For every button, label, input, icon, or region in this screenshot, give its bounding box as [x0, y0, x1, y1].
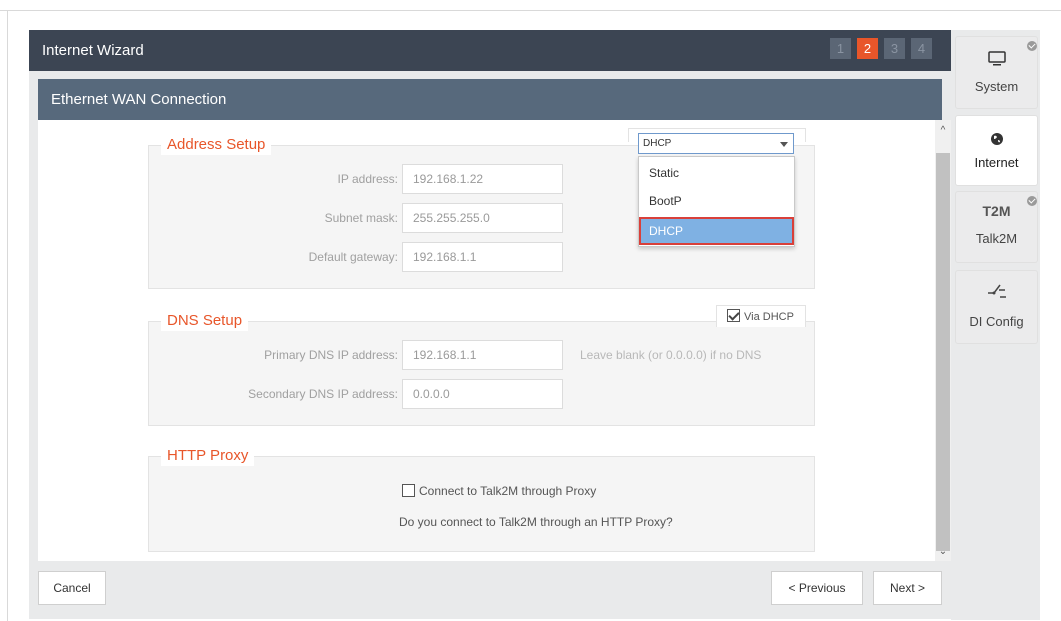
tab-talk2m-label: Talk2M	[975, 231, 1018, 246]
wizard-steps: 1 2 3 4	[830, 38, 932, 59]
ip-address-label: IP address:	[337, 172, 398, 186]
via-dhcp-label: Via DHCP	[744, 311, 794, 323]
address-mode-value: DHCP	[643, 138, 672, 149]
primary-dns-row: Primary DNS IP address: 192.168.1.1 Leav…	[149, 340, 816, 370]
tab-internet[interactable]: Internet	[955, 115, 1038, 186]
primary-dns-hint: Leave blank (or 0.0.0.0) if no DNS	[580, 348, 762, 362]
option-static[interactable]: Static	[639, 159, 794, 187]
address-mode-select[interactable]: DHCP	[638, 133, 794, 154]
scroll-down-icon[interactable]: ⌄	[935, 545, 951, 559]
subnet-mask-input[interactable]: 255.255.255.0	[402, 203, 563, 233]
ip-address-input[interactable]: 192.168.1.22	[402, 164, 563, 194]
tab-talk2m[interactable]: T2M Talk2M	[955, 191, 1038, 263]
talk2m-icon: T2M	[982, 203, 1011, 219]
secondary-dns-input[interactable]: 0.0.0.0	[402, 379, 563, 409]
dns-setup-legend: DNS Setup	[161, 311, 249, 331]
proxy-question: Do you connect to Talk2M through an HTTP…	[399, 515, 673, 529]
wizard-title: Internet Wizard	[42, 42, 144, 59]
section-title: Ethernet WAN Connection	[51, 91, 227, 108]
tab-internet-label: Internet	[974, 155, 1019, 170]
switch-icon	[956, 281, 1037, 304]
secondary-dns-label: Secondary DNS IP address:	[248, 387, 398, 401]
step-2[interactable]: 2	[857, 38, 878, 59]
primary-dns-label: Primary DNS IP address:	[264, 348, 398, 362]
frame-top-border	[0, 10, 1061, 11]
content-scrollbar[interactable]: ^ ⌄	[935, 120, 951, 561]
frame-left-border	[7, 10, 8, 621]
via-dhcp-checkbox[interactable]	[727, 309, 740, 322]
step-4[interactable]: 4	[911, 38, 932, 59]
address-setup-legend: Address Setup	[161, 135, 272, 155]
proxy-checkbox[interactable]	[402, 484, 415, 497]
scrollbar-thumb[interactable]	[936, 153, 950, 551]
secondary-dns-row: Secondary DNS IP address: 0.0.0.0	[149, 379, 816, 409]
cancel-button[interactable]: Cancel	[38, 571, 106, 605]
globe-icon	[956, 132, 1037, 149]
option-bootp[interactable]: BootP	[639, 187, 794, 215]
section-header: Ethernet WAN Connection	[38, 79, 942, 120]
default-gateway-input[interactable]: 192.168.1.1	[402, 242, 563, 272]
dns-setup-group: DNS Setup Primary DNS IP address: 192.16…	[148, 311, 816, 426]
http-proxy-legend: HTTP Proxy	[161, 446, 255, 466]
via-dhcp-toggle[interactable]: Via DHCP	[716, 305, 806, 327]
http-proxy-group: HTTP Proxy	[148, 446, 815, 552]
step-1[interactable]: 1	[830, 38, 851, 59]
next-button[interactable]: Next >	[873, 571, 942, 605]
address-mode-dropdown: Static BootP DHCP	[638, 156, 795, 247]
tab-system-label: System	[974, 79, 1019, 94]
step-3[interactable]: 3	[884, 38, 905, 59]
primary-dns-input[interactable]: 192.168.1.1	[402, 340, 563, 370]
tab-system[interactable]: System	[955, 36, 1038, 109]
option-dhcp[interactable]: DHCP	[639, 217, 794, 245]
scroll-up-icon[interactable]: ^	[935, 124, 951, 138]
tab-di-config[interactable]: DI Config	[955, 270, 1038, 344]
monitor-icon	[956, 51, 1037, 70]
tab-di-config-label: DI Config	[969, 314, 1024, 329]
check-badge-icon	[1027, 41, 1037, 51]
previous-button[interactable]: < Previous	[771, 571, 863, 605]
default-gateway-label: Default gateway:	[308, 250, 398, 264]
chevron-down-icon	[780, 142, 788, 147]
proxy-checkbox-row[interactable]: Connect to Talk2M through Proxy	[402, 484, 596, 498]
proxy-checkbox-label: Connect to Talk2M through Proxy	[419, 484, 597, 498]
subnet-mask-label: Subnet mask:	[324, 211, 398, 225]
wizard-title-bar: Internet Wizard 1 2 3 4	[29, 30, 952, 71]
